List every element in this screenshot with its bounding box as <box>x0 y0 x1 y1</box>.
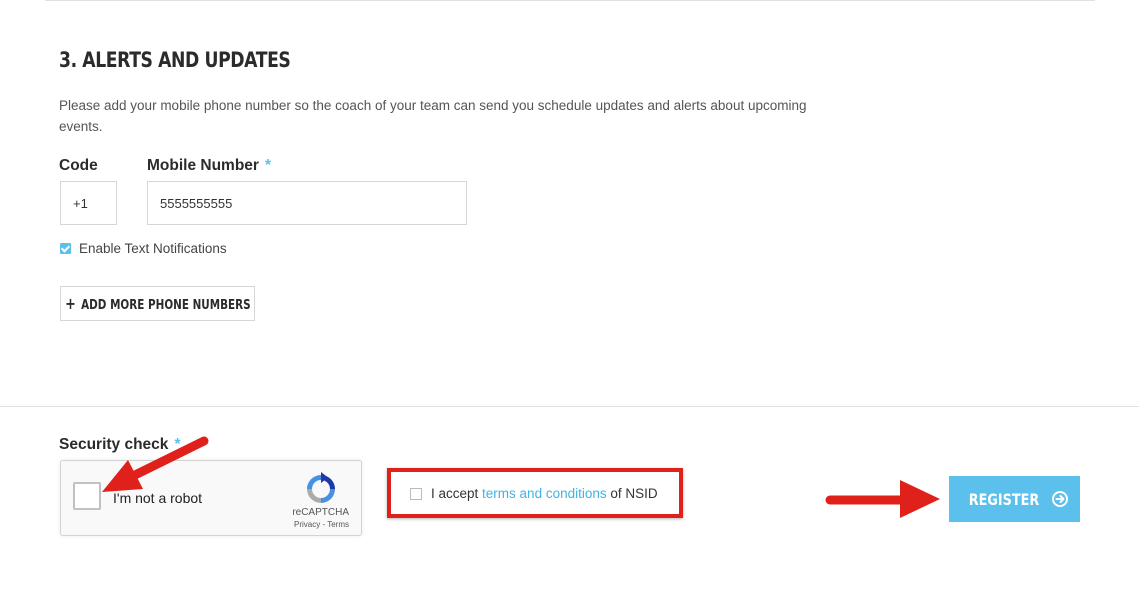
recaptcha-brand: reCAPTCHA <box>292 507 349 518</box>
plus-icon: + <box>64 294 76 313</box>
section-divider <box>0 406 1139 407</box>
security-check-label: Security check * <box>59 436 181 453</box>
terms-and-conditions-link[interactable]: terms and conditions <box>482 486 607 501</box>
recaptcha-label: I'm not a robot <box>113 490 203 506</box>
mobile-number-input[interactable] <box>147 181 467 225</box>
recaptcha-checkbox[interactable] <box>73 482 101 510</box>
arrow-circle-right-icon <box>1051 491 1068 507</box>
top-divider <box>45 0 1095 1</box>
arrow-to-register-icon <box>825 480 940 518</box>
enable-text-notifications[interactable]: Enable Text Notifications <box>60 241 227 256</box>
required-asterisk: * <box>264 157 271 174</box>
code-label: Code <box>59 157 98 174</box>
recaptcha-widget: I'm not a robot reCAPTCHA Privacy - Term… <box>60 460 362 536</box>
section-title: 3. ALERTS AND UPDATES <box>59 48 291 72</box>
register-button[interactable]: REGISTER <box>949 476 1080 522</box>
notifications-checkbox[interactable] <box>60 243 71 254</box>
section-description: Please add your mobile phone number so t… <box>59 98 807 134</box>
terms-acceptance[interactable]: I accept terms and conditions of NSID <box>410 486 658 501</box>
required-asterisk: * <box>174 436 181 453</box>
mobile-number-label: Mobile Number * <box>147 157 271 174</box>
terms-checkbox[interactable] <box>410 487 422 500</box>
recaptcha-privacy-terms-link[interactable]: Privacy - Terms <box>294 520 349 529</box>
recaptcha-logo-icon <box>307 472 335 503</box>
notifications-label: Enable Text Notifications <box>79 241 227 256</box>
country-code-input[interactable] <box>60 181 117 225</box>
add-more-phone-numbers-button[interactable]: + ADD MORE PHONE NUMBERS <box>60 286 255 321</box>
terms-label: I accept terms and conditions of NSID <box>431 486 658 501</box>
register-label: REGISTER <box>969 489 1040 509</box>
